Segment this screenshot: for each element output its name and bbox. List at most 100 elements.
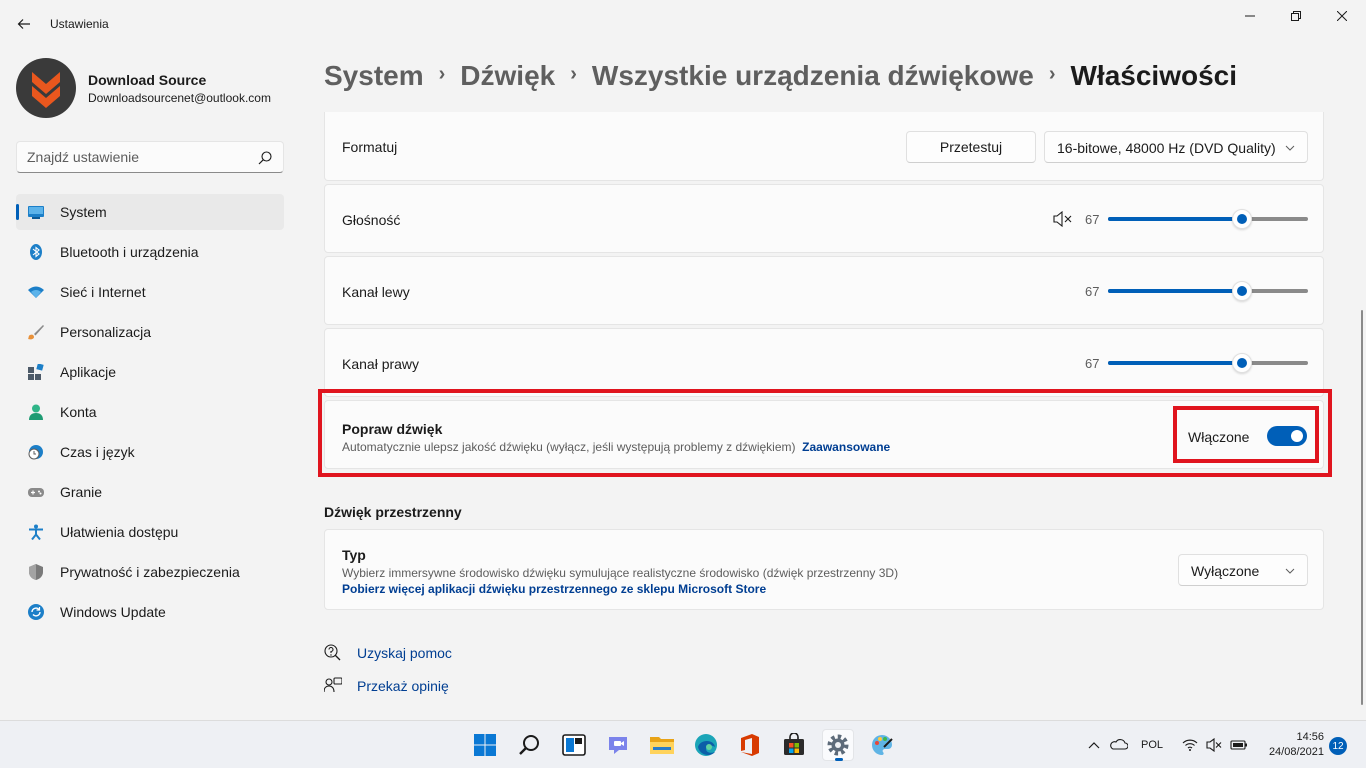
breadcrumb-separator: › bbox=[1048, 62, 1056, 85]
minimize-button[interactable] bbox=[1227, 0, 1273, 32]
breadcrumb-all-devices[interactable]: Wszystkie urządzenia dźwiękowe bbox=[592, 60, 1034, 92]
sidebar-item-network[interactable]: Sieć i Internet bbox=[16, 274, 284, 310]
breadcrumb-system[interactable]: System bbox=[324, 60, 424, 92]
settings-taskbar-button[interactable] bbox=[822, 729, 854, 761]
store-button[interactable] bbox=[778, 729, 810, 761]
onedrive-icon[interactable] bbox=[1110, 737, 1128, 751]
volume-slider[interactable] bbox=[1108, 209, 1308, 229]
download-source-logo-icon bbox=[32, 72, 60, 108]
chevron-down-icon bbox=[1285, 145, 1295, 151]
sidebar-item-bluetooth[interactable]: Bluetooth i urządzenia bbox=[16, 234, 284, 270]
sidebar-item-label: Personalizacja bbox=[60, 324, 152, 340]
feedback-icon bbox=[324, 677, 342, 693]
sidebar-item-accounts[interactable]: Konta bbox=[16, 394, 284, 430]
active-indicator bbox=[16, 204, 19, 220]
start-button[interactable] bbox=[469, 729, 501, 761]
wifi-icon[interactable] bbox=[1182, 738, 1198, 752]
profile-name: Download Source bbox=[88, 72, 207, 88]
spatial-type-card: Typ Wybierz immersywne środowisko dźwięk… bbox=[324, 529, 1324, 610]
back-button[interactable] bbox=[10, 10, 38, 38]
restore-icon bbox=[1291, 11, 1301, 21]
spatial-description: Wybierz immersywne środowisko dźwięku sy… bbox=[342, 566, 899, 580]
sidebar-item-label: System bbox=[60, 204, 107, 220]
sidebar-item-label: Ułatwienia dostępu bbox=[60, 524, 179, 540]
test-button[interactable]: Przetestuj bbox=[906, 131, 1036, 163]
close-icon bbox=[1337, 11, 1347, 21]
bluetooth-icon bbox=[30, 244, 42, 260]
edge-button[interactable] bbox=[690, 729, 722, 761]
help-icon bbox=[324, 644, 341, 661]
search-icon[interactable] bbox=[257, 150, 273, 166]
sidebar-item-time-language[interactable]: Czas i język bbox=[16, 434, 284, 470]
office-button[interactable] bbox=[734, 729, 766, 761]
avatar bbox=[16, 58, 76, 118]
slider-fill bbox=[1108, 289, 1242, 293]
sidebar-item-label: Konta bbox=[60, 404, 97, 420]
taskbar-search-button[interactable] bbox=[514, 729, 546, 761]
teams-chat-button[interactable] bbox=[602, 729, 634, 761]
spatial-dropdown[interactable]: Wyłączone bbox=[1178, 554, 1308, 586]
speaker-muted-icon[interactable] bbox=[1206, 738, 1222, 752]
search-input[interactable] bbox=[27, 149, 247, 165]
breadcrumb-separator: › bbox=[438, 62, 446, 85]
sidebar-item-label: Granie bbox=[60, 484, 103, 500]
language-indicator[interactable]: POL bbox=[1141, 739, 1163, 751]
chat-icon bbox=[609, 737, 627, 754]
feedback-label: Przekaż opinię bbox=[357, 678, 449, 694]
spatial-section-title: Dźwięk przestrzenny bbox=[324, 504, 462, 520]
slider-thumb[interactable] bbox=[1232, 353, 1252, 373]
slider-fill bbox=[1108, 361, 1242, 365]
format-card: Formatuj Przetestuj 16-bitowe, 48000 Hz … bbox=[324, 112, 1324, 181]
user-profile[interactable]: Download Source Downloadsourcenet@outloo… bbox=[16, 58, 296, 118]
store-link[interactable]: Pobierz więcej aplikacji dźwięku przestr… bbox=[342, 582, 766, 596]
right-channel-slider[interactable] bbox=[1108, 353, 1308, 373]
sidebar-nav: System Bluetooth i urządzenia Sieć i Int… bbox=[16, 194, 284, 634]
maximize-button[interactable] bbox=[1273, 0, 1319, 32]
format-selected: 16-bitowe, 48000 Hz (DVD Quality) bbox=[1057, 140, 1276, 156]
sidebar-item-label: Bluetooth i urządzenia bbox=[60, 244, 199, 260]
clock[interactable]: 14:56 24/08/2021 bbox=[1262, 730, 1324, 760]
folder-icon bbox=[650, 737, 674, 754]
accessibility-icon bbox=[29, 524, 43, 540]
sidebar-item-privacy[interactable]: Prywatność i zabezpieczenia bbox=[16, 554, 284, 590]
format-dropdown[interactable]: 16-bitowe, 48000 Hz (DVD Quality) bbox=[1044, 131, 1308, 163]
get-help-label: Uzyskaj pomoc bbox=[357, 645, 452, 661]
annotation-highlight-toggle-box bbox=[1173, 406, 1319, 463]
slider-thumb[interactable] bbox=[1232, 209, 1252, 229]
apps-icon bbox=[28, 364, 44, 380]
paint-button[interactable] bbox=[866, 729, 898, 761]
right-channel-card: Kanał prawy 67 bbox=[324, 328, 1324, 397]
sidebar-item-apps[interactable]: Aplikacje bbox=[16, 354, 284, 390]
slider-fill bbox=[1108, 217, 1242, 221]
mute-icon[interactable] bbox=[1053, 211, 1073, 227]
settings-search[interactable] bbox=[16, 141, 284, 173]
feedback-link[interactable]: Przekaż opinię bbox=[324, 676, 449, 696]
windows-logo-icon bbox=[474, 734, 496, 756]
chevron-down-icon bbox=[1285, 568, 1295, 574]
get-help-link[interactable]: Uzyskaj pomoc bbox=[324, 643, 452, 663]
left-channel-card: Kanał lewy 67 bbox=[324, 256, 1324, 325]
spatial-type-title: Typ bbox=[342, 547, 366, 563]
sidebar-item-gaming[interactable]: Granie bbox=[16, 474, 284, 510]
battery-icon[interactable] bbox=[1230, 738, 1248, 752]
taskbar: POL 14:56 24/08/2021 12 bbox=[0, 720, 1366, 768]
close-button[interactable] bbox=[1319, 0, 1365, 32]
left-channel-slider[interactable] bbox=[1108, 281, 1308, 301]
task-view-icon bbox=[562, 734, 586, 756]
task-view-button[interactable] bbox=[558, 729, 590, 761]
file-explorer-button[interactable] bbox=[646, 729, 678, 761]
breadcrumb-sound[interactable]: Dźwięk bbox=[460, 60, 555, 92]
notification-badge[interactable]: 12 bbox=[1329, 737, 1347, 755]
clock-date: 24/08/2021 bbox=[1268, 746, 1324, 758]
sidebar-item-accessibility[interactable]: Ułatwienia dostępu bbox=[16, 514, 284, 550]
sidebar-item-personalization[interactable]: Personalizacja bbox=[16, 314, 284, 350]
minimize-icon bbox=[1245, 15, 1255, 17]
slider-thumb[interactable] bbox=[1232, 281, 1252, 301]
chevron-up-icon[interactable] bbox=[1088, 740, 1100, 750]
sidebar-item-system[interactable]: System bbox=[16, 194, 284, 230]
gamepad-icon bbox=[28, 488, 44, 497]
search-icon bbox=[519, 735, 539, 755]
scrollbar[interactable] bbox=[1361, 310, 1363, 705]
sidebar-item-windows-update[interactable]: Windows Update bbox=[16, 594, 284, 630]
clock-time: 14:56 bbox=[1296, 731, 1324, 743]
